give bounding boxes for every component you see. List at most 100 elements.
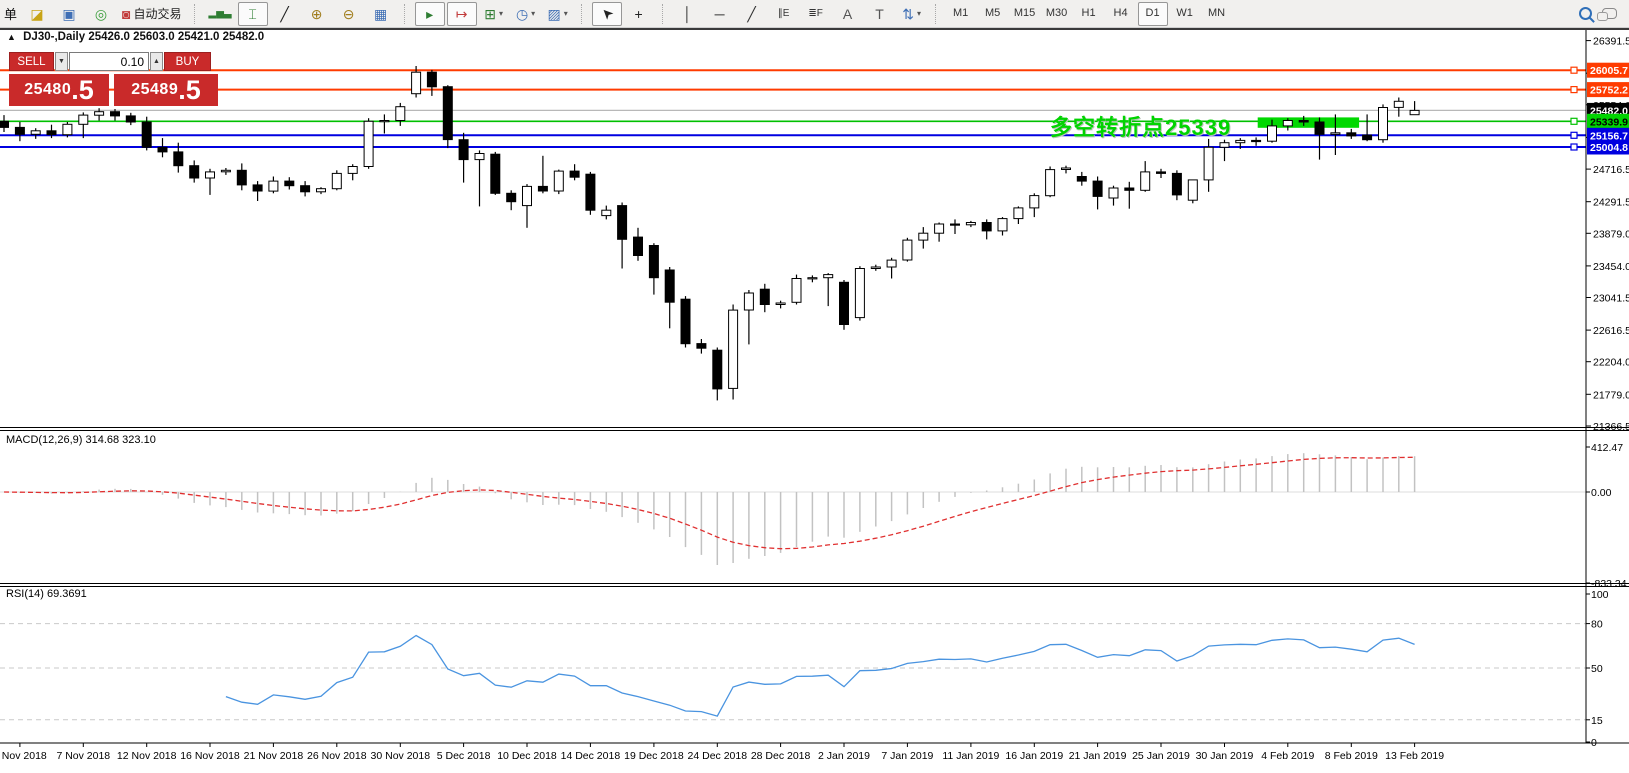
svg-text:23041.5: 23041.5	[1593, 293, 1629, 305]
autotrading-button[interactable]: ◙自动交易	[118, 2, 185, 26]
buy-price-int: 25489	[131, 81, 178, 99]
candle	[237, 163, 246, 190]
candle	[427, 70, 436, 96]
timeframe-D1-button[interactable]: D1	[1138, 2, 1168, 26]
fibonacci-icon[interactable]: ≣F	[801, 2, 831, 26]
zoom-out-icon[interactable]: ⊖	[334, 2, 364, 26]
candle	[31, 128, 40, 139]
dropdown-caret-icon[interactable]: ▾	[531, 10, 535, 18]
timeframe-MN-button[interactable]: MN	[1202, 2, 1232, 26]
svg-text:16 Nov 2018: 16 Nov 2018	[180, 750, 240, 762]
candle	[348, 164, 357, 180]
cursor-icon[interactable]: ➤	[592, 2, 622, 26]
svg-text:24716.5: 24716.5	[1593, 164, 1629, 176]
rsi-axis[interactable]: 1008050150	[1586, 589, 1609, 749]
line-chart-icon[interactable]: ╱	[270, 2, 300, 26]
time-axis[interactable]: 2 Nov 20187 Nov 201812 Nov 201816 Nov 20…	[0, 743, 1444, 762]
collapse-icon[interactable]: ▲	[7, 32, 16, 42]
horizontal-line-icon[interactable]: ─	[705, 2, 735, 26]
buy-price-button[interactable]: 25489.5	[114, 74, 218, 106]
indicators-icon[interactable]: ⊞▾	[479, 2, 509, 26]
volume-decrease-button[interactable]: ▼	[55, 52, 68, 71]
channel-icon[interactable]: ∥E	[769, 2, 799, 26]
chat-icon[interactable]	[1602, 8, 1617, 19]
candle	[491, 152, 500, 195]
svg-text:22204.0: 22204.0	[1593, 357, 1629, 369]
signal-icon[interactable]: ◎	[86, 2, 116, 26]
svg-text:7 Jan 2019: 7 Jan 2019	[881, 750, 933, 762]
chart-shift-icon[interactable]: ↦	[447, 2, 477, 26]
svg-text:4 Feb 2019: 4 Feb 2019	[1261, 750, 1314, 762]
svg-text:26391.5: 26391.5	[1593, 36, 1629, 48]
new-order-text[interactable]: 单	[4, 4, 17, 23]
periods-icon[interactable]: ◷▾	[511, 2, 541, 26]
sell-button[interactable]: SELL	[9, 52, 54, 71]
zoom-in-icon[interactable]: ⊕	[302, 2, 332, 26]
candle	[380, 114, 389, 133]
timeframe-W1-button[interactable]: W1	[1170, 2, 1200, 26]
candle	[1093, 177, 1102, 210]
candle	[998, 217, 1007, 235]
macd-indicator-label: MACD(12,26,9) 314.68 323.10	[6, 434, 156, 446]
candle	[1030, 193, 1039, 217]
macd-axis[interactable]: 412.470.00-833.34	[1586, 442, 1627, 590]
toolbar-separator	[935, 4, 940, 24]
timeframe-H4-button[interactable]: H4	[1106, 2, 1136, 26]
textbox-icon[interactable]: T	[865, 2, 895, 26]
trading-terminal-window: 单◪▣◎◙自动交易▂▅▃⌶╱⊕⊖▦▸↦⊞▾◷▾▨▾➤+│─╱∥E≣FAT⇅▾M1…	[0, 0, 1629, 773]
crosshair-icon[interactable]: +	[624, 2, 654, 26]
candle	[1172, 170, 1181, 200]
volume-input[interactable]	[69, 52, 149, 71]
candlestick-chart-icon[interactable]: ⌶	[238, 2, 268, 26]
toolbar-separator	[581, 4, 586, 24]
svg-text:25004.8: 25004.8	[1590, 142, 1628, 154]
tile-windows-icon[interactable]: ▦	[366, 2, 396, 26]
timeframe-M30-button[interactable]: M30	[1042, 2, 1072, 26]
search-icon[interactable]	[1579, 7, 1592, 20]
candle	[570, 164, 579, 180]
vertical-line-icon[interactable]: │	[673, 2, 703, 26]
svg-text:2 Nov 2018: 2 Nov 2018	[0, 750, 47, 762]
candle	[665, 267, 674, 328]
buy-button[interactable]: BUY	[164, 52, 211, 71]
timeframe-M1-button[interactable]: M1	[946, 2, 976, 26]
chart-canvas[interactable]: 26391.525966.525554.025129.024716.524291…	[0, 0, 1629, 773]
timeframe-H1-button[interactable]: H1	[1074, 2, 1104, 26]
candle	[475, 150, 484, 206]
candle	[729, 305, 738, 400]
pivot-annotation-text: 多空转折点25339	[1050, 110, 1231, 142]
svg-text:23879.0: 23879.0	[1593, 228, 1629, 240]
timeframe-M15-button[interactable]: M15	[1010, 2, 1040, 26]
candle	[982, 219, 991, 239]
candle	[538, 156, 547, 194]
rsi-line	[226, 636, 1415, 717]
shapes-icon[interactable]: ⇅▾	[897, 2, 927, 26]
templates-icon[interactable]: ▨▾	[543, 2, 573, 26]
candle	[966, 221, 975, 227]
dropdown-caret-icon[interactable]: ▾	[917, 10, 921, 18]
candle	[1109, 186, 1118, 206]
svg-text:11 Jan 2019: 11 Jan 2019	[942, 750, 999, 762]
candle	[253, 181, 262, 201]
svg-text:19 Dec 2018: 19 Dec 2018	[624, 750, 684, 762]
candle	[919, 227, 928, 249]
trendline-icon[interactable]: ╱	[737, 2, 767, 26]
candle	[713, 348, 722, 401]
candle	[63, 122, 72, 137]
price-axis-badges: 26005.725752.225482.025339.925156.725004…	[1587, 63, 1629, 155]
dropdown-caret-icon[interactable]: ▾	[499, 10, 503, 18]
timeframe-M5-button[interactable]: M5	[978, 2, 1008, 26]
candle	[126, 113, 135, 125]
rsi-indicator-label: RSI(14) 69.3691	[6, 588, 87, 600]
new-order-icon[interactable]: ◪	[22, 2, 52, 26]
auto-scroll-icon[interactable]: ▸	[415, 2, 445, 26]
dropdown-caret-icon[interactable]: ▾	[564, 10, 568, 18]
svg-text:21779.0: 21779.0	[1593, 389, 1629, 401]
volume-increase-button[interactable]: ▲	[150, 52, 163, 71]
text-icon[interactable]: A	[833, 2, 863, 26]
candle	[903, 238, 912, 262]
market-watch-icon[interactable]: ▣	[54, 2, 84, 26]
bar-chart-icon[interactable]: ▂▅▃	[205, 2, 236, 26]
sell-price-button[interactable]: 25480.5	[9, 74, 109, 106]
main-toolbar: 单◪▣◎◙自动交易▂▅▃⌶╱⊕⊖▦▸↦⊞▾◷▾▨▾➤+│─╱∥E≣FAT⇅▾M1…	[0, 0, 1629, 28]
